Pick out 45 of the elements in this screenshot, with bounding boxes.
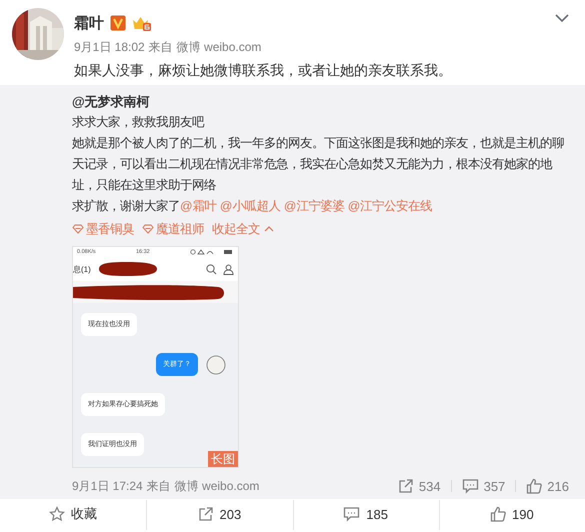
source-link[interactable]: 微博 weibo.com bbox=[174, 478, 260, 494]
post-time[interactable]: 9月1日 18:02 bbox=[74, 39, 145, 56]
repost-text: 求求大家，救救我朋友吧 bbox=[72, 114, 206, 131]
thumbs-up-icon bbox=[490, 506, 506, 522]
comment-icon bbox=[462, 478, 479, 494]
source-label: 来自 bbox=[146, 478, 171, 494]
favorite-button[interactable]: 收藏 bbox=[45, 503, 102, 525]
diamond-icon bbox=[142, 224, 154, 234]
thumbs-up-icon bbox=[526, 478, 542, 494]
search-icon bbox=[206, 264, 217, 274]
user-name[interactable]: 霜叶 bbox=[74, 14, 104, 32]
topic-tag[interactable]: 魔道祖师 bbox=[142, 219, 204, 239]
like-count[interactable]: 216 bbox=[526, 478, 569, 494]
chevron-down-icon[interactable] bbox=[555, 14, 569, 23]
diamond-icon bbox=[72, 224, 84, 234]
chat-title: 息(1) bbox=[73, 264, 91, 274]
source-link[interactable]: 微博 weibo.com bbox=[176, 39, 262, 56]
long-image-badge: 长图 bbox=[208, 451, 238, 467]
comment-icon bbox=[343, 506, 360, 522]
avatar-icon bbox=[206, 354, 226, 374]
repost-button[interactable]: 203 bbox=[194, 504, 246, 524]
post-text: 如果人没事，麻烦让她微博联系我，或者让她的亲友联系我。 bbox=[74, 62, 452, 80]
share-icon bbox=[198, 506, 214, 522]
mention-link[interactable]: @江宁婆婆 bbox=[284, 199, 344, 213]
status-icons-drawing bbox=[190, 249, 234, 255]
redaction-scribble bbox=[96, 260, 159, 278]
comment-button[interactable]: 185 bbox=[339, 504, 392, 524]
repost-text: 求扩散，谢谢大家了@霜叶 @小呱超人 @江宁婆婆 @江宁公安在线 bbox=[72, 198, 434, 215]
mention-link[interactable]: @霜叶 bbox=[180, 199, 216, 213]
share-icon bbox=[398, 478, 414, 494]
repost-text: 她就是那个被人肉了的二机，我一年多的网友。下面这张图是我和她的亲友，也就是主机的聊天记录，可以看出二机现在情况非常危急，我实在心急如焚又无能为力，根本没有她家的地址，只能在这里求助于网络 bbox=[72, 135, 565, 194]
caret-up-icon bbox=[264, 226, 274, 232]
crown-icon bbox=[132, 15, 152, 31]
repost-time[interactable]: 9月1日 17:24 bbox=[72, 478, 143, 494]
collapse-link[interactable]: 收起全文 bbox=[212, 219, 274, 239]
person-icon bbox=[223, 264, 234, 274]
like-button[interactable]: 190 bbox=[486, 504, 538, 524]
star-icon bbox=[49, 506, 66, 522]
mention-link[interactable]: @小呱超人 bbox=[220, 199, 280, 213]
source-label: 来自 bbox=[148, 39, 173, 56]
repost-count[interactable]: 534 bbox=[398, 478, 441, 494]
topic-tag[interactable]: 墨香铜臭 bbox=[72, 219, 134, 239]
comment-count[interactable]: 357 bbox=[462, 478, 506, 494]
mention-link[interactable]: @江宁公安在线 bbox=[348, 199, 432, 213]
reposted-user-name[interactable]: @无梦求南柯 bbox=[72, 91, 585, 112]
